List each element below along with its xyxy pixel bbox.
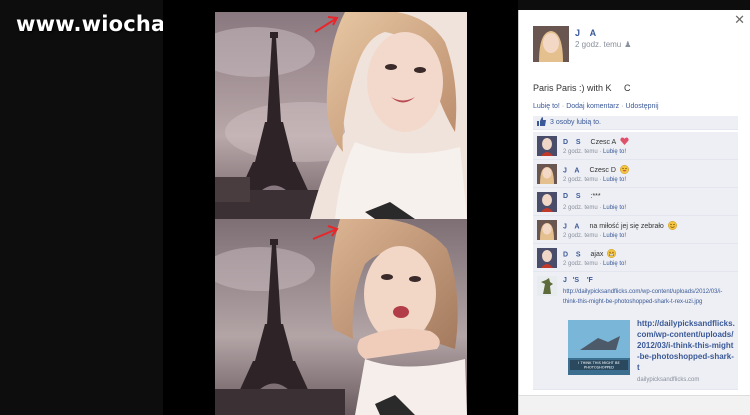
close-icon[interactable]: ✕ — [734, 12, 745, 28]
teeth-grin-icon — [607, 249, 617, 260]
comment-author[interactable]: D S — [563, 251, 581, 258]
comment-time[interactable]: 2 godz. temu — [563, 149, 598, 155]
thumbnail-caption: I THINK THIS MIGHT BE — [578, 361, 620, 365]
link-preview-thumbnail[interactable]: I THINK THIS MIGHT BE PHOTOSHOPPED — [568, 320, 630, 375]
owner-name[interactable]: J A — [575, 28, 596, 38]
comments-list: D S Czesc A 2 godz. temu · Lubię to! J AC… — [533, 132, 738, 394]
post-time[interactable]: 2 godz. temu — [575, 40, 621, 49]
comment-like-link[interactable]: Lubię to! — [603, 233, 626, 239]
avatar[interactable] — [537, 248, 557, 268]
comment-link[interactable]: Dodaj komentarz — [566, 103, 619, 110]
photo-bottom — [215, 219, 467, 415]
heart-icon — [620, 137, 629, 147]
comment-like-link[interactable]: Lubię to! — [603, 177, 626, 183]
avatar[interactable] — [533, 26, 569, 62]
comment-time[interactable]: 2 godz. temu — [563, 261, 598, 267]
thumbs-up-icon — [537, 117, 546, 128]
friends-icon: ♟ — [624, 40, 632, 49]
post-actions: Lubię to! · Dodaj komentarz · Udostępnij — [533, 103, 659, 110]
likes-count-link[interactable]: 3 osoby lubią to. — [550, 119, 601, 126]
comment-text: ajax — [590, 251, 604, 259]
link-preview-title[interactable]: http://dailypicksandflicks.com/wp-conten… — [637, 318, 735, 373]
comment-author[interactable]: D S — [563, 139, 581, 146]
share-link[interactable]: Udostępnij — [625, 103, 658, 110]
comment-input-area[interactable] — [519, 395, 750, 415]
grin-icon — [619, 165, 629, 176]
comment: D Sajax 2 godz. temu · Lubię to! — [533, 244, 738, 272]
shared-link[interactable]: http://dailypicksandflicks.com/wp-conten… — [563, 287, 733, 307]
comment: D S:*** 2 godz. temu · Lubię to! — [533, 188, 738, 216]
avatar[interactable] — [537, 136, 557, 156]
comment-author[interactable]: J 'S 'F — [563, 277, 593, 284]
like-link[interactable]: Lubię to! — [533, 103, 560, 110]
smile-icon — [667, 221, 677, 232]
comment-text: :*** — [590, 193, 601, 200]
avatar[interactable] — [537, 276, 557, 296]
comment-author[interactable]: J A — [563, 167, 579, 174]
separator: · — [621, 103, 624, 110]
comment-like-link[interactable]: Lubię to! — [603, 261, 626, 267]
comment: J A na miłość jej się zebrało 2 godz. tem… — [533, 216, 738, 244]
photo-top — [215, 12, 467, 219]
comments-sidebar: ✕ J A 2 godz. temu ♟ Paris Paris :) with … — [518, 10, 750, 415]
post-meta: 2 godz. temu ♟ — [575, 40, 631, 49]
avatar[interactable] — [537, 164, 557, 184]
thumbnail-caption: PHOTOSHOPPED — [584, 366, 614, 370]
comment: D S Czesc A 2 godz. temu · Lubię to! — [533, 132, 738, 160]
link-preview-domain: dailypicksandflicks.com — [637, 377, 700, 383]
comment-time[interactable]: 2 godz. temu — [563, 177, 598, 183]
likes-summary: 3 osoby lubią to. — [533, 116, 738, 130]
separator: · — [561, 103, 565, 110]
avatar[interactable] — [537, 220, 557, 240]
comment-text: Czesc D — [589, 167, 616, 175]
comment-like-link[interactable]: Lubię to! — [603, 205, 626, 211]
comment: J A Czesc D 2 godz. temu · Lubię to! — [533, 160, 738, 188]
post-caption: Paris Paris :) with K C — [533, 83, 631, 93]
avatar[interactable] — [537, 192, 557, 212]
comment-like-link[interactable]: Lubię to! — [603, 149, 626, 155]
link-comment: J 'S 'F http://dailypicksandflicks.com/w… — [533, 272, 738, 390]
comment-time[interactable]: 2 godz. temu — [563, 205, 598, 211]
comment-time[interactable]: 2 godz. temu — [563, 233, 598, 239]
photo-viewer — [163, 0, 518, 415]
comment-text: na miłość jej się zebrało — [589, 223, 664, 231]
comment-text: Czesc A — [590, 138, 617, 146]
comment-author[interactable]: D S — [563, 193, 581, 200]
comment-author[interactable]: J A — [563, 223, 579, 230]
